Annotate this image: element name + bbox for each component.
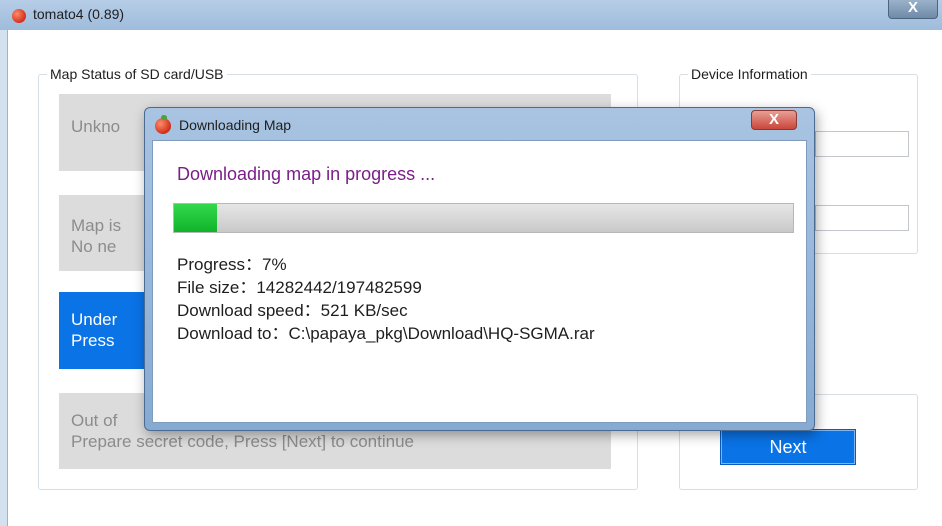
download-heading: Downloading map in progress ...: [177, 164, 436, 184]
download-info: Progress：7% File size：14282442/197482599…: [177, 253, 595, 345]
dialog-title: Downloading Map: [179, 117, 292, 133]
status-option-line: Prepare secret code, Press [Next] to con…: [71, 432, 415, 451]
file-size-text: File size：14282442/197482599: [177, 278, 422, 297]
tomato-icon: [12, 9, 26, 23]
map-status-group-title: Map Status of SD card/USB: [47, 66, 227, 82]
dialog-body: Downloading map in progress ... Progress…: [152, 140, 807, 423]
dialog-close-button[interactable]: X: [751, 110, 797, 130]
download-speed-text: Download speed：521 KB/sec: [177, 301, 408, 320]
device-info-group-title: Device Information: [688, 66, 811, 82]
download-progress-fill: [174, 204, 218, 232]
next-button[interactable]: Next: [720, 429, 856, 465]
progress-text: Progress：7%: [177, 255, 287, 274]
tomato-icon: [155, 115, 171, 134]
downloading-map-dialog: Downloading Map X Downloading map in pro…: [144, 107, 815, 431]
download-progress-bar: [173, 203, 794, 233]
window-border: [0, 30, 8, 526]
device-model-field[interactable]: [815, 131, 909, 157]
download-path-text: Download to：C:\papaya_pkg\Download\HQ-SG…: [177, 324, 595, 343]
window-title: tomato4 (0.89): [33, 6, 125, 22]
window-close-button[interactable]: X: [888, 0, 938, 19]
device-version-field[interactable]: [815, 205, 909, 231]
window-titlebar[interactable]: tomato4 (0.89) X: [0, 0, 942, 30]
